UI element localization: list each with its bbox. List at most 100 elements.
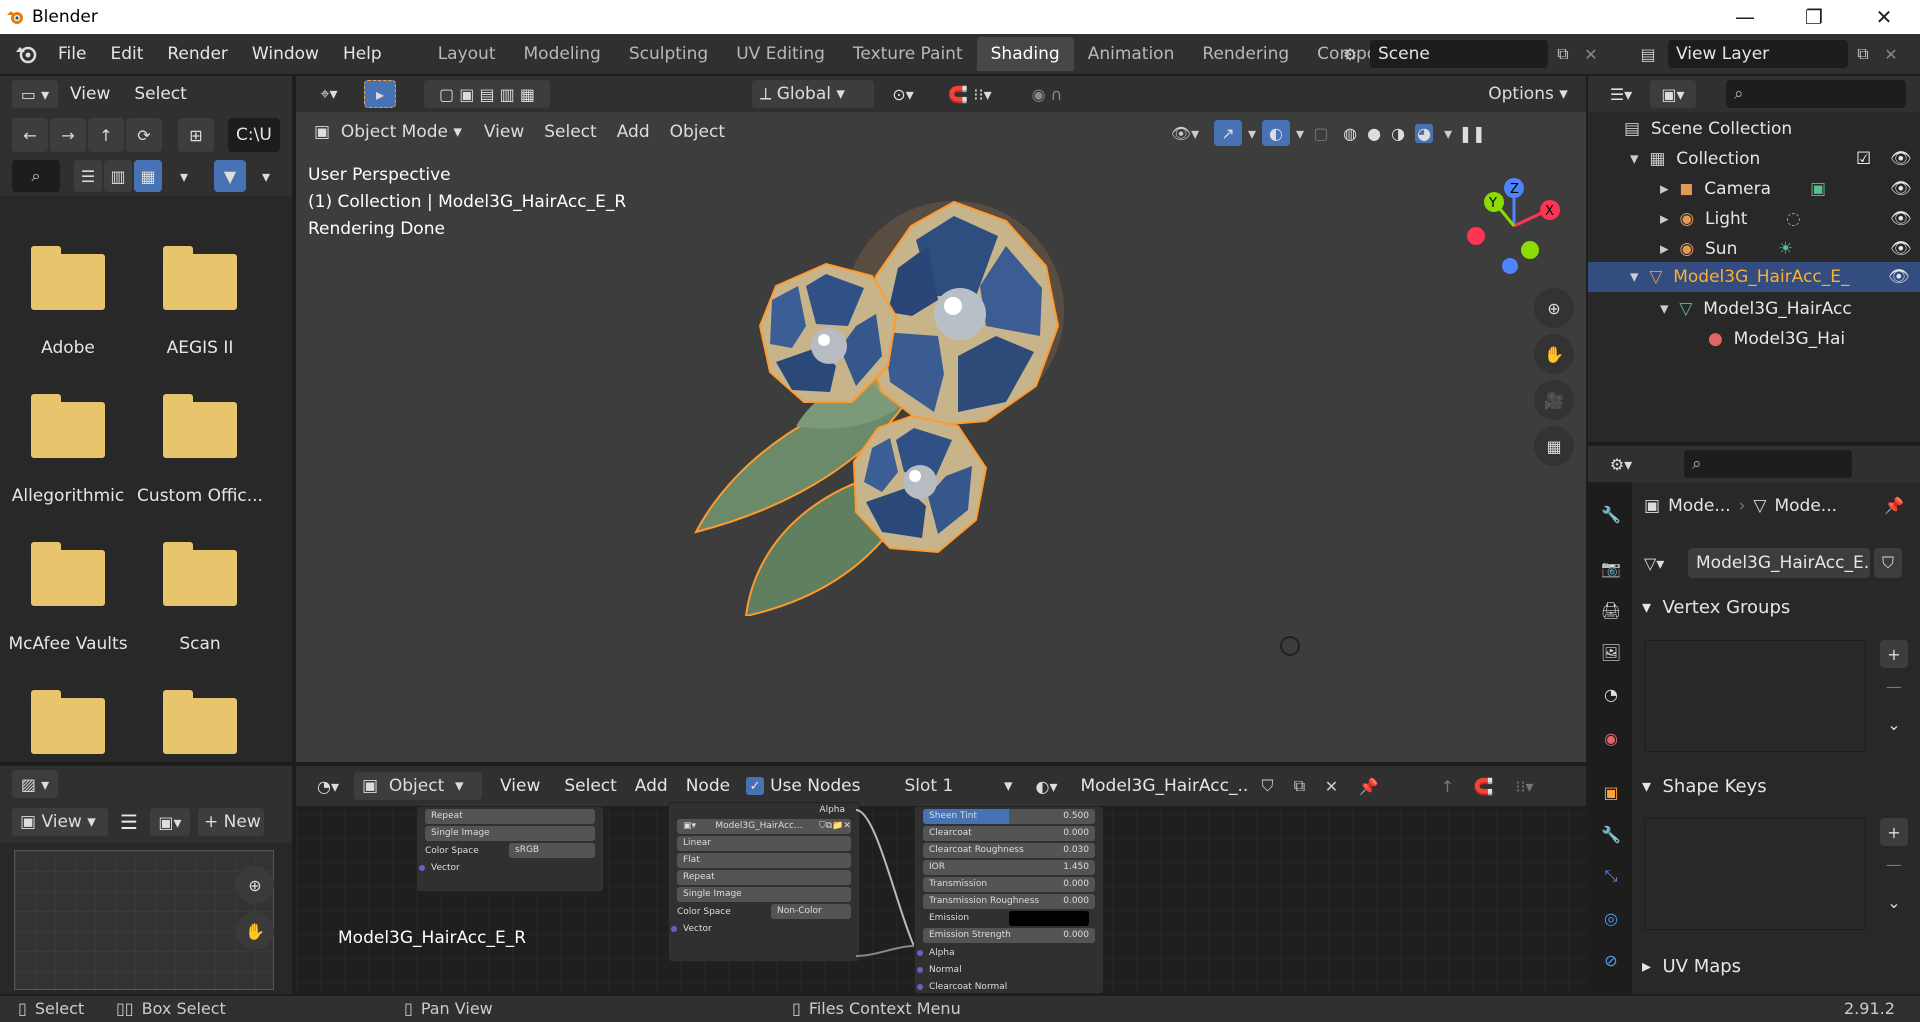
filter-icon[interactable]: ▼ xyxy=(214,160,246,192)
outliner-item-sun[interactable]: ▸ ◉ Sun ☀ 👁 xyxy=(1590,234,1920,264)
node-select-menu[interactable]: Select xyxy=(558,776,622,796)
use-nodes-checkbox[interactable]: ✓ Use Nodes xyxy=(746,776,860,796)
node-view-menu[interactable]: View xyxy=(488,776,552,796)
search-icon[interactable]: ⌕ xyxy=(12,160,60,192)
tool-tab-icon[interactable]: 🔧 xyxy=(1599,502,1623,526)
folder-item[interactable] xyxy=(134,690,266,754)
menu-file[interactable]: File xyxy=(46,44,98,64)
select-tool-icon[interactable]: ▸ xyxy=(364,80,396,108)
delete-scene-icon[interactable]: ✕ xyxy=(1578,45,1604,64)
shape-keys-list[interactable] xyxy=(1644,818,1866,930)
node-editor[interactable]: ◔▾ ▣ Object ▾ View Select Add Node ✓ Use … xyxy=(296,766,1586,994)
editor-type-icon[interactable]: ⌖▾ xyxy=(306,80,352,108)
options-dropdown[interactable]: Options ▾ xyxy=(1480,80,1576,108)
display-dropdown-icon[interactable]: ▾ xyxy=(170,160,198,192)
editor-type-icon[interactable]: ☰▾ xyxy=(1598,80,1644,108)
visibility-icon[interactable]: 👁▾ xyxy=(1162,124,1208,143)
editor-type-icon[interactable]: ▭ ▾ xyxy=(12,80,58,108)
pan-hand-icon[interactable]: ✋ xyxy=(236,912,274,950)
snap-options-icon[interactable]: ⁝⁝▾ xyxy=(1504,777,1544,796)
menu-edit[interactable]: Edit xyxy=(98,44,155,64)
shape-key-menu-icon[interactable]: ⌄ xyxy=(1880,888,1908,916)
bsdf-property-row[interactable]: Emission Strength 0.000 xyxy=(923,928,1095,943)
object-mode-dropdown[interactable]: ▣ Object Mode ▾ xyxy=(304,118,472,146)
close-window-button[interactable]: ✕ xyxy=(1856,0,1912,34)
folder-item[interactable] xyxy=(2,690,134,754)
refresh-icon[interactable]: ⟳ xyxy=(126,118,162,152)
shading-dropdown-icon[interactable]: ▾ xyxy=(1444,124,1452,143)
image-view-dropdown[interactable]: ▣ View ▾ xyxy=(12,808,108,836)
overlay-toggle-icon[interactable]: ◐ xyxy=(1262,120,1291,146)
fake-user-icon[interactable]: ⛉ xyxy=(1254,776,1280,796)
constraints-tab-icon[interactable]: ⊘ xyxy=(1599,948,1623,972)
new-material-icon[interactable]: ⧉ xyxy=(1286,776,1312,796)
unlink-material-icon[interactable]: ✕ xyxy=(1318,777,1344,796)
outliner-item-light[interactable]: ▸ ◉ Light ◌ 👁 xyxy=(1590,204,1920,234)
new-image-button[interactable]: + New xyxy=(198,808,264,836)
image-canvas[interactable] xyxy=(14,850,274,990)
scene-tab-icon[interactable]: ◔ xyxy=(1599,682,1623,706)
folder-item[interactable]: McAfee Vaults xyxy=(2,542,134,654)
3d-viewport[interactable]: ⌖▾ ▸ ▢ ▣ ▤ ▥ ▦ ⟂ Global ▾ ⊙▾ 🧲 ⁝⁝▾ ◉ ∩ O… xyxy=(296,76,1586,762)
vertex-groups-panel-header[interactable]: ▾ Vertex Groups xyxy=(1642,597,1790,618)
display-mode-icon[interactable]: ▣▾ xyxy=(1650,80,1696,108)
file-select-menu[interactable]: Select xyxy=(122,84,198,104)
proportional-edit-icon[interactable]: ◉ ∩ xyxy=(1016,80,1078,108)
uv-maps-panel-header[interactable]: ▸ UV Maps xyxy=(1642,956,1741,977)
view-layer-tab-icon[interactable]: 🖼 xyxy=(1599,640,1623,664)
physics-tab-icon[interactable]: ◎ xyxy=(1599,906,1623,930)
tab-modeling[interactable]: Modeling xyxy=(510,37,615,71)
particles-tab-icon[interactable]: ⤡ xyxy=(1599,864,1623,888)
back-icon[interactable]: ← xyxy=(12,118,48,152)
pan-hand-icon[interactable]: ✋ xyxy=(1534,334,1574,374)
remove-vertex-group-button[interactable]: — xyxy=(1880,672,1908,700)
editor-type-icon[interactable]: ◔▾ xyxy=(308,777,348,796)
view-layer-field[interactable]: View Layer xyxy=(1668,40,1848,68)
modifier-tab-icon[interactable]: 🔧 xyxy=(1599,822,1623,846)
bsdf-property-row[interactable]: Clearcoat Roughness 0.030 xyxy=(923,843,1095,858)
output-tab-icon[interactable]: 🖨 xyxy=(1599,598,1623,622)
pause-render-icon[interactable]: ❚❚ xyxy=(1458,120,1487,146)
node-menu[interactable]: Node xyxy=(680,776,736,796)
vertex-group-menu-icon[interactable]: ⌄ xyxy=(1880,710,1908,738)
shading-mode-buttons[interactable]: ◍ ● ◑ ◕ xyxy=(1338,120,1439,146)
properties-search-input[interactable]: ⌕ xyxy=(1684,450,1852,478)
scene-icon[interactable]: ⚙ xyxy=(1330,45,1370,64)
material-browse-icon[interactable]: ◐▾ xyxy=(1026,777,1066,796)
snap-icon[interactable]: 🧲 xyxy=(1468,777,1498,796)
fake-user-icon[interactable]: ⛉ xyxy=(1874,548,1902,578)
material-name-field[interactable]: Model3G_HairAcc_... xyxy=(1072,772,1249,800)
new-view-layer-icon[interactable]: ⧉ xyxy=(1848,44,1878,64)
viewport-add-menu[interactable]: Add xyxy=(608,118,658,146)
add-vertex-group-button[interactable]: + xyxy=(1880,640,1908,668)
object-tab-icon[interactable]: ▣ xyxy=(1599,780,1623,804)
thumbnails-icon[interactable]: ▦ xyxy=(134,160,162,192)
menu-window[interactable]: Window xyxy=(240,44,331,64)
image-browse-icon[interactable]: ▣▾ xyxy=(150,808,190,836)
node-add-menu[interactable]: Add xyxy=(629,776,674,796)
view-layer-icon[interactable]: ▤ xyxy=(1628,45,1668,64)
shader-type-dropdown[interactable]: ▣ Object ▾ xyxy=(354,772,482,800)
bsdf-property-row[interactable]: Clearcoat 0.000 xyxy=(923,826,1095,841)
shape-keys-panel-header[interactable]: ▾ Shape Keys xyxy=(1642,776,1767,797)
tab-texture-paint[interactable]: Texture Paint xyxy=(839,37,977,71)
navigation-gizmo[interactable]: Z X Y xyxy=(1450,174,1560,274)
bsdf-property-row[interactable]: Sheen Tint 0.500 xyxy=(923,809,1095,824)
pivot-point-icon[interactable]: ⊙▾ xyxy=(880,80,926,108)
select-mode-buttons[interactable]: ▢ ▣ ▤ ▥ ▦ xyxy=(424,80,550,108)
tab-uv-editing[interactable]: UV Editing xyxy=(722,37,839,71)
editor-type-icon[interactable]: ▨ ▾ xyxy=(12,770,58,798)
pin-icon[interactable]: 📌 xyxy=(1884,496,1904,515)
hair-accessory-model[interactable] xyxy=(676,176,1096,616)
menu-render[interactable]: Render xyxy=(155,44,240,64)
image-texture-node-2[interactable]: Alpha ▣▾ Model3G_HairAcc... ⛉⧉📁✕ Linear F… xyxy=(668,802,860,962)
camera-view-icon[interactable]: 🎥 xyxy=(1534,380,1574,420)
bsdf-property-row[interactable]: Transmission 0.000 xyxy=(923,877,1095,892)
principled-bsdf-node[interactable]: Sheen Tint 0.500 Clearcoat 0.000 Clearcoat R… xyxy=(914,806,1104,994)
editor-type-icon[interactable]: ⚙▾ xyxy=(1598,450,1644,478)
outliner-root[interactable]: ▤ Scene Collection xyxy=(1590,114,1920,144)
restore-button[interactable]: ❐ xyxy=(1786,0,1842,34)
folder-item[interactable]: Adobe xyxy=(2,246,134,358)
tab-rendering[interactable]: Rendering xyxy=(1188,37,1303,71)
outliner-search-input[interactable]: ⌕ xyxy=(1726,80,1906,108)
